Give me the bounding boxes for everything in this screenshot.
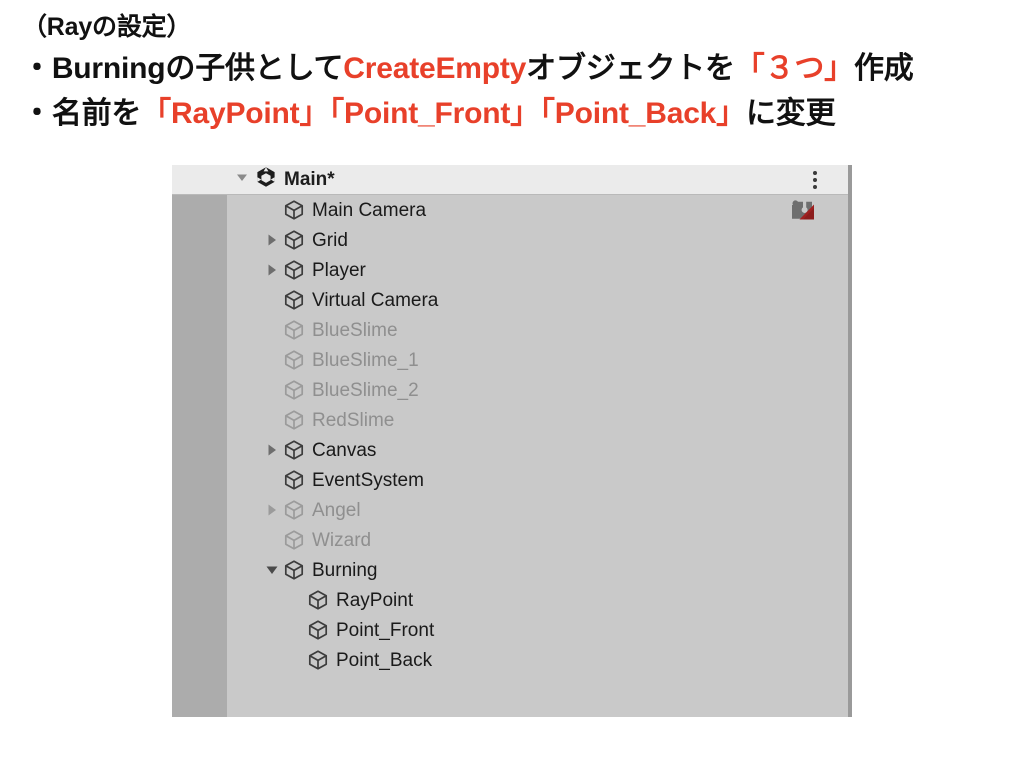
slide-caption: （Rayの設定） ・Burningの子供としてCreateEmptyオブジェクト… (22, 8, 1002, 136)
gameobject-cube-icon (283, 499, 305, 526)
hierarchy-row-wizard[interactable]: Wizard (227, 525, 848, 555)
hierarchy-row-label: BlueSlime_2 (312, 379, 419, 401)
hierarchy-row-point-back[interactable]: Point_Back (227, 645, 848, 675)
hierarchy-panel[interactable]: Main* Main Camera Grid Player Virtual Camer… (172, 165, 852, 717)
triangle-right-icon[interactable] (265, 503, 279, 517)
hierarchy-row-point-front[interactable]: Point_Front (227, 615, 848, 645)
hierarchy-row-label: Angel (312, 499, 361, 521)
gameobject-cube-icon (283, 319, 305, 346)
triangle-down-icon[interactable] (235, 170, 249, 189)
caption-line-2-createempty: CreateEmpty (343, 52, 527, 85)
hierarchy-row-redslime[interactable]: RedSlime (227, 405, 848, 435)
hierarchy-tree-body[interactable]: Main Camera Grid Player Virtual Camera BlueS… (172, 195, 848, 717)
hierarchy-row-label: EventSystem (312, 469, 424, 491)
caption-line-2-seg3: オブジェクトを (526, 52, 735, 85)
caption-line-3-bullet: ・ (22, 97, 52, 130)
caption-line-1: （Rayの設定） (22, 8, 1002, 46)
hierarchy-row-label: RedSlime (312, 409, 395, 431)
caption-line-1-text: （Rayの設定） (22, 13, 192, 41)
caption-line-3-seg1: 名前を (51, 97, 142, 130)
caption-line-2-seg5: 作成 (853, 52, 914, 85)
hierarchy-row-blueslime-1[interactable]: BlueSlime_1 (227, 345, 848, 375)
hierarchy-row-label: BlueSlime_1 (312, 349, 419, 371)
hierarchy-row-label: Burning (312, 559, 378, 581)
hierarchy-row-burning[interactable]: Burning (227, 555, 848, 585)
hierarchy-row-label: Wizard (312, 529, 372, 551)
gameobject-cube-icon (283, 229, 305, 256)
gameobject-cube-icon (283, 529, 305, 556)
gameobject-cube-icon (283, 469, 305, 496)
caption-line-3: ・名前を「RayPoint」「Point_Front」「Point_Back」に… (22, 91, 1002, 136)
triangle-right-icon[interactable] (265, 233, 279, 247)
triangle-right-icon[interactable] (265, 263, 279, 277)
hierarchy-row-label: Point_Front (336, 619, 435, 641)
hierarchy-row-canvas[interactable]: Canvas (227, 435, 848, 465)
caption-line-2-seg1: Burningの子供として (51, 52, 344, 85)
gameobject-cube-icon (283, 349, 305, 376)
caption-line-2: ・Burningの子供としてCreateEmptyオブジェクトを「３つ」作成 (22, 46, 1002, 91)
caption-line-3-pointfront: 「Point_Front」 (329, 97, 540, 130)
gameobject-cube-icon (307, 649, 329, 676)
hierarchy-row-label: Main Camera (312, 199, 427, 221)
hierarchy-row-main-camera[interactable]: Main Camera (227, 195, 848, 225)
script-component-icon[interactable] (790, 199, 816, 226)
caption-line-3-seg5: に変更 (745, 97, 836, 130)
gameobject-cube-icon (283, 199, 305, 226)
gameobject-cube-icon (283, 289, 305, 316)
hierarchy-row-label: Canvas (312, 439, 377, 461)
scene-name-label: Main* (284, 169, 335, 190)
hierarchy-left-gutter (172, 195, 227, 717)
hierarchy-row-label: Virtual Camera (312, 289, 439, 311)
caption-line-3-raypoint: 「RayPoint」 (141, 97, 330, 130)
hierarchy-row-eventsystem[interactable]: EventSystem (227, 465, 848, 495)
gameobject-cube-icon (283, 379, 305, 406)
kebab-menu-icon[interactable] (808, 170, 822, 190)
hierarchy-row-list[interactable]: Main Camera Grid Player Virtual Camera BlueS… (227, 195, 848, 675)
hierarchy-row-blueslime-2[interactable]: BlueSlime_2 (227, 375, 848, 405)
hierarchy-row-virtual-camera[interactable]: Virtual Camera (227, 285, 848, 315)
unity-logo-icon (255, 166, 277, 193)
hierarchy-row-label: Grid (312, 229, 348, 251)
gameobject-cube-icon (307, 619, 329, 646)
hierarchy-row-label: RayPoint (336, 589, 414, 611)
triangle-right-icon[interactable] (265, 443, 279, 457)
triangle-down-icon[interactable] (265, 563, 279, 577)
hierarchy-row-player[interactable]: Player (227, 255, 848, 285)
caption-line-2-bullet: ・ (22, 52, 52, 85)
gameobject-cube-icon (307, 589, 329, 616)
gameobject-cube-icon (283, 409, 305, 436)
hierarchy-row-blueslime[interactable]: BlueSlime (227, 315, 848, 345)
hierarchy-row-label: Player (312, 259, 366, 281)
gameobject-cube-icon (283, 439, 305, 466)
hierarchy-row-raypoint[interactable]: RayPoint (227, 585, 848, 615)
hierarchy-row-label: Point_Back (336, 649, 433, 671)
gameobject-cube-icon (283, 259, 305, 286)
hierarchy-row-label: BlueSlime (312, 319, 398, 341)
scene-header-row[interactable]: Main* (172, 165, 848, 195)
gameobject-cube-icon (283, 559, 305, 586)
caption-line-3-pointback: 「Point_Back」 (539, 97, 746, 130)
caption-line-2-count: 「３つ」 (734, 52, 854, 85)
hierarchy-row-angel[interactable]: Angel (227, 495, 848, 525)
hierarchy-row-grid[interactable]: Grid (227, 225, 848, 255)
